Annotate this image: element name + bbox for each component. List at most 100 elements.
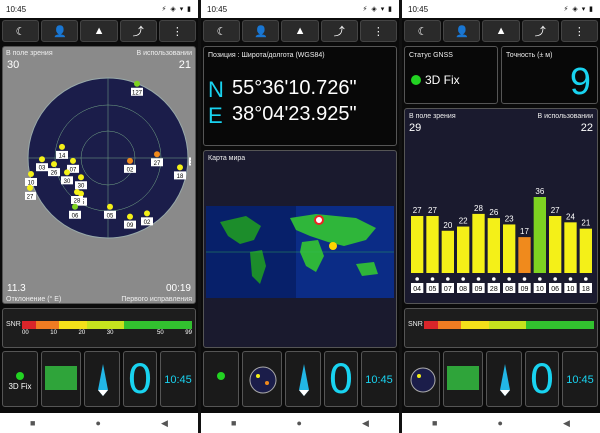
nav-square-icon[interactable]: ■ bbox=[432, 418, 437, 428]
satellite-id: 02 bbox=[127, 167, 134, 173]
share-button[interactable]: ⤴ bbox=[119, 20, 157, 42]
snr-bar-value: 28 bbox=[474, 204, 483, 213]
satellite-marker bbox=[64, 169, 70, 176]
phone-gnss-view: 10:45 ⚡ ◈ ▾ ▮ ☾ 👤 ▲ ⤴ ⋮ Статус GNSS 3D F… bbox=[402, 0, 600, 433]
nav-back-icon[interactable]: ◀ bbox=[362, 418, 369, 429]
profile-button[interactable]: 👤 bbox=[443, 20, 481, 42]
phone-sky-view: 10:45 ⚡ ◈ ▾ ▮ ☾ 👤 ▲ ⤴ ⋮ В поле зрения 30… bbox=[0, 0, 198, 433]
satellite-id: 28 bbox=[490, 286, 498, 293]
nav-home-icon[interactable]: ● bbox=[498, 418, 503, 428]
nav-bar: ■ ● ◀ bbox=[201, 413, 399, 433]
compass-tile[interactable] bbox=[84, 351, 120, 407]
nav-square-icon[interactable]: ■ bbox=[231, 418, 236, 428]
satellite-marker bbox=[72, 203, 78, 210]
satellite-id: 30 bbox=[64, 179, 71, 185]
fix-indicator-icon bbox=[411, 75, 421, 85]
snr-scale bbox=[22, 321, 192, 329]
satellite-id: 26 bbox=[51, 171, 58, 177]
bars-in-view-count: 29 bbox=[409, 122, 422, 134]
profile-button[interactable]: 👤 bbox=[242, 20, 280, 42]
share-button[interactable]: ⤴ bbox=[320, 20, 358, 42]
latitude: 55°36'10.726" bbox=[232, 77, 357, 99]
snr-bar-value: 26 bbox=[489, 208, 498, 217]
menu-button[interactable]: ⋮ bbox=[158, 20, 197, 42]
menu-button[interactable]: ⋮ bbox=[359, 20, 398, 42]
satellite-id: 14 bbox=[59, 153, 66, 159]
satellite-id: 27 bbox=[154, 161, 161, 167]
share-button[interactable]: ⤴ bbox=[521, 20, 559, 42]
snr-bar bbox=[564, 222, 577, 273]
map-tile[interactable] bbox=[41, 351, 81, 407]
fix-status: 3D Fix bbox=[425, 73, 460, 87]
compass-needle-icon bbox=[98, 364, 108, 396]
ttff-value: 00:19 bbox=[165, 283, 191, 294]
navigation-button[interactable]: ▲ bbox=[80, 20, 118, 42]
nav-home-icon[interactable]: ● bbox=[96, 418, 101, 428]
sky-mini-icon bbox=[410, 367, 436, 393]
satellite-marker bbox=[70, 157, 76, 164]
in-view-label: В поле зрения bbox=[6, 50, 53, 57]
time-tile[interactable]: 10:45 bbox=[562, 351, 598, 407]
menu-button[interactable]: ⋮ bbox=[560, 20, 599, 42]
satellite-marker bbox=[177, 164, 183, 171]
world-tile[interactable] bbox=[443, 351, 483, 407]
profile-button[interactable]: 👤 bbox=[41, 20, 79, 42]
constellation-dot bbox=[430, 277, 435, 281]
snr-label: SNR bbox=[6, 321, 21, 328]
constellation-dot bbox=[522, 277, 527, 281]
map-tile[interactable] bbox=[404, 351, 440, 407]
satellite-id: 09 bbox=[521, 286, 529, 293]
speed-tile[interactable]: 0 bbox=[123, 351, 157, 407]
night-mode-button[interactable]: ☾ bbox=[203, 20, 241, 42]
snr-bar-value: 20 bbox=[443, 221, 452, 230]
nav-back-icon[interactable]: ◀ bbox=[161, 418, 168, 429]
nav-square-icon[interactable]: ■ bbox=[30, 418, 35, 428]
status-icons: ⚡ ◈ ▾ ▮ bbox=[161, 6, 192, 13]
constellation-dot bbox=[507, 277, 511, 281]
snr-bar bbox=[487, 218, 500, 273]
nav-home-icon[interactable]: ● bbox=[297, 418, 302, 428]
navigation-button[interactable]: ▲ bbox=[482, 20, 520, 42]
gnss-status-label: Статус GNSS bbox=[409, 52, 453, 59]
time-tile[interactable]: 10:45 bbox=[361, 351, 397, 407]
satellite-marker bbox=[39, 156, 45, 163]
longitude: 38°04'23.925" bbox=[232, 103, 357, 125]
fix-tile[interactable] bbox=[203, 351, 239, 407]
world-map-label: Карта мира bbox=[208, 155, 246, 162]
snr-bar-value: 17 bbox=[520, 227, 529, 236]
night-mode-button[interactable]: ☾ bbox=[2, 20, 40, 42]
sky-tile[interactable] bbox=[242, 351, 282, 407]
status-icons: ⚡ ◈ ▾ ▮ bbox=[362, 6, 393, 13]
snr-bar bbox=[426, 216, 439, 273]
satellite-id: 10 bbox=[536, 286, 544, 293]
satellite-id: 18 bbox=[582, 286, 590, 293]
status-time: 10:45 bbox=[408, 4, 429, 14]
night-mode-button[interactable]: ☾ bbox=[404, 20, 442, 42]
nav-back-icon[interactable]: ◀ bbox=[563, 418, 570, 429]
world-map-panel: Карта мира bbox=[203, 150, 397, 348]
constellation-dot bbox=[492, 277, 496, 281]
fix-tile[interactable]: 3D Fix bbox=[2, 351, 38, 407]
speed-tile[interactable]: 0 bbox=[525, 351, 559, 407]
time-tile[interactable]: 10:45 bbox=[160, 351, 196, 407]
snr-bar bbox=[549, 216, 562, 273]
constellation-dot bbox=[568, 277, 573, 281]
snr-bar bbox=[441, 230, 454, 273]
navigation-button[interactable]: ▲ bbox=[281, 20, 319, 42]
constellation-dot bbox=[553, 277, 557, 281]
compass-tile[interactable] bbox=[486, 351, 522, 407]
position-label: Позиция : Широта/долгота (WGS84) bbox=[208, 52, 325, 59]
in-use-label: В использовании bbox=[136, 50, 192, 57]
satellite-marker bbox=[127, 157, 133, 164]
satellite-id: 07 bbox=[70, 167, 77, 173]
snr-bar bbox=[472, 213, 485, 273]
snr-bar bbox=[411, 216, 424, 273]
compass-tile[interactable] bbox=[285, 351, 321, 407]
satellite-marker bbox=[134, 80, 140, 87]
snr-bar-value: 27 bbox=[428, 206, 437, 215]
speed-tile[interactable]: 0 bbox=[324, 351, 358, 407]
snr-bar-value: 24 bbox=[566, 212, 575, 221]
snr-bar bbox=[503, 224, 516, 273]
satellite-marker bbox=[51, 161, 57, 168]
toolbar: ☾ 👤 ▲ ⤴ ⋮ bbox=[402, 18, 600, 44]
